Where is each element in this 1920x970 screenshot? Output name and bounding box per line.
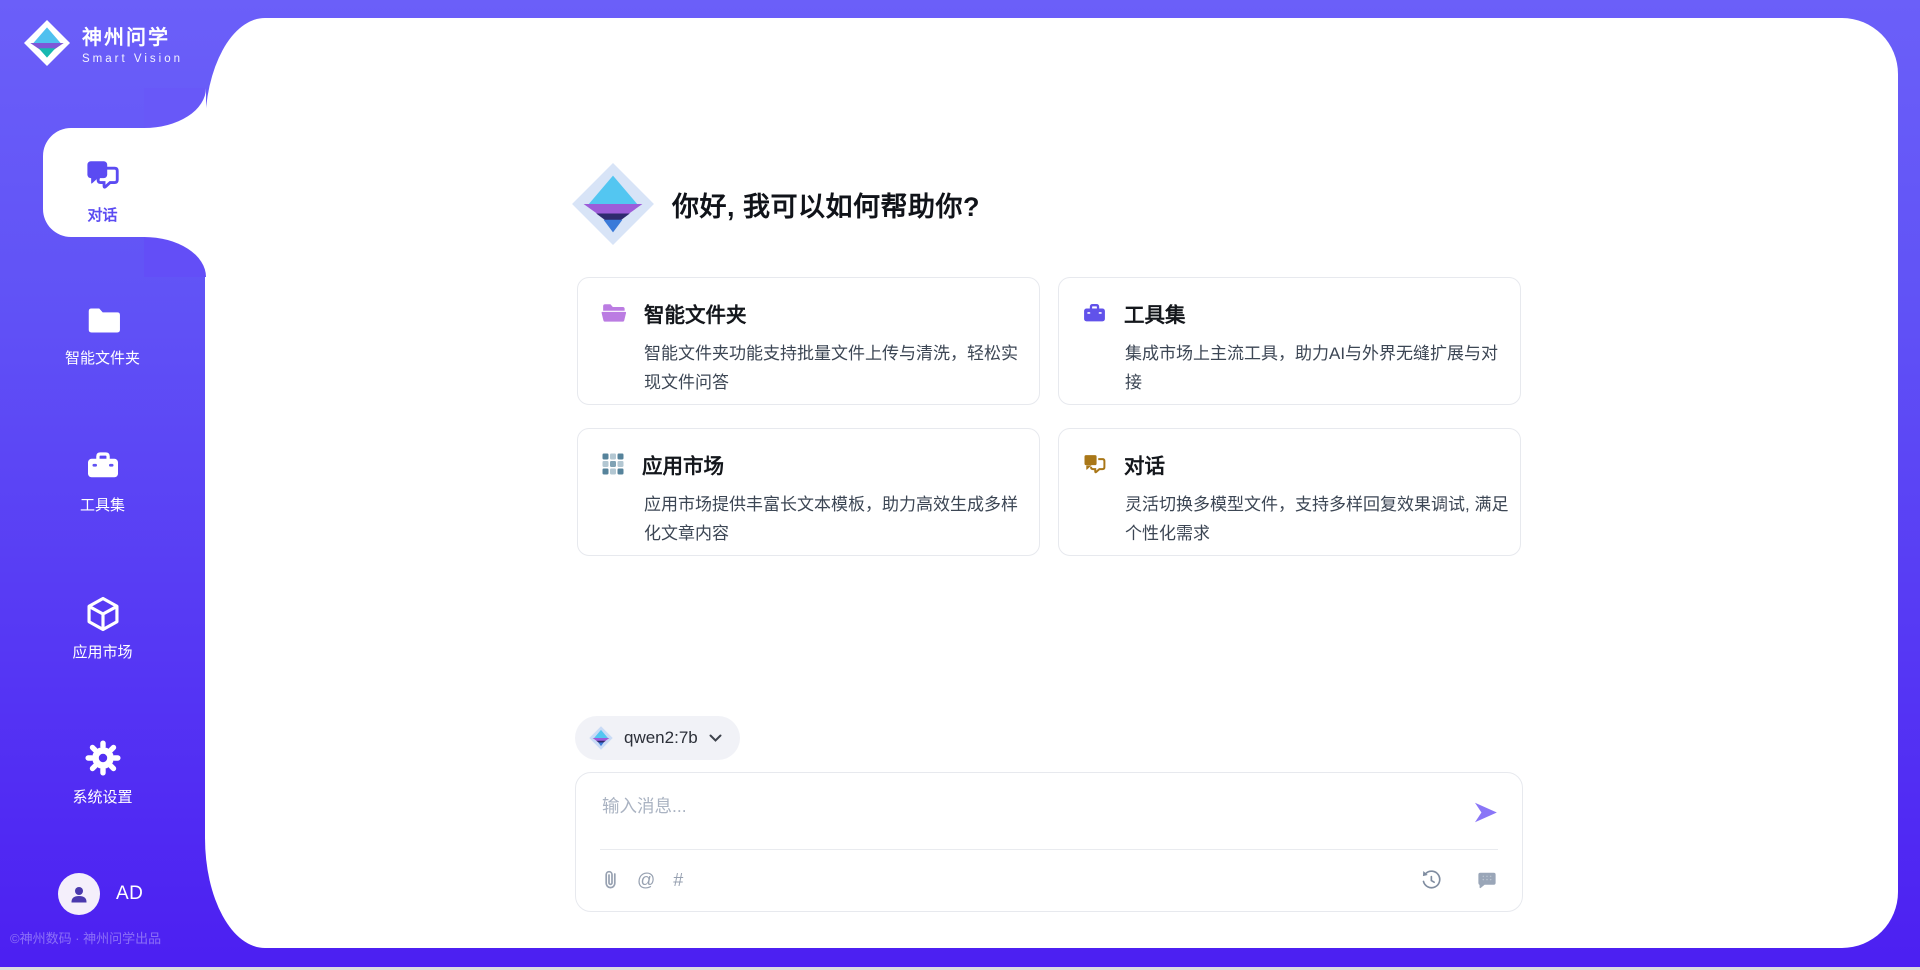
chat-icon <box>85 158 121 194</box>
card-title: 智能文件夹 <box>644 298 747 328</box>
content-column: 你好, 我可以如何帮助你? 智能文件夹 智能文件夹功能支持批量文件上传与清洗，轻… <box>575 18 1523 948</box>
card-description: 应用市场提供丰富长文本模板，助力高效生成多样化文章内容 <box>644 490 1032 548</box>
assistant-logo-icon <box>571 162 655 246</box>
sidebar-item-toolset[interactable]: 工具集 <box>0 448 205 510</box>
sidebar-item-label: 系统设置 <box>0 786 205 807</box>
sidebar: 神州问学 Smart Vision 对话 智能文件夹 <box>0 0 205 970</box>
chat-icon <box>1082 452 1107 477</box>
toolbox-icon <box>1082 301 1107 326</box>
at-icon: @ <box>637 870 655 891</box>
composer-divider <box>600 849 1498 850</box>
card-app-market[interactable]: 应用市场 应用市场提供丰富长文本模板，助力高效生成多样化文章内容 <box>577 428 1040 556</box>
sidebar-item-app-market[interactable]: 应用市场 <box>0 595 205 657</box>
main-content-layer: 你好, 我可以如何帮助你? 智能文件夹 智能文件夹功能支持批量文件上传与清洗，轻… <box>205 18 1898 948</box>
sidebar-item-label: 工具集 <box>0 494 205 515</box>
user-profile[interactable]: AD <box>58 873 143 915</box>
brand-logo-icon <box>24 20 70 66</box>
sidebar-item-label: 应用市场 <box>0 641 205 662</box>
user-name: AD <box>116 883 143 905</box>
paperclip-icon <box>602 869 619 891</box>
app-root: 神州问学 Smart Vision 对话 智能文件夹 <box>0 0 1920 970</box>
sidebar-item-smart-folder[interactable]: 智能文件夹 <box>0 301 205 363</box>
topic-button[interactable]: # <box>673 870 683 891</box>
send-button[interactable] <box>1472 799 1500 825</box>
message-input[interactable] <box>602 793 1442 843</box>
send-icon <box>1472 800 1499 825</box>
toolbox-icon <box>85 448 121 484</box>
card-toolset[interactable]: 工具集 集成市场上主流工具，助力AI与外界无缝扩展与对接 <box>1058 277 1521 405</box>
greeting: 你好, 我可以如何帮助你? <box>571 162 980 246</box>
comment-icon <box>1476 870 1498 891</box>
avatar <box>58 873 100 915</box>
folder-icon <box>601 301 627 325</box>
sidebar-item-label: 对话 <box>0 204 205 225</box>
cube-icon <box>84 595 122 631</box>
composer-toolbar: @ # <box>602 863 1498 897</box>
attach-file-button[interactable] <box>602 869 619 891</box>
card-chat[interactable]: 对话 灵活切换多模型文件，支持多样回复效果调试, 满足个性化需求 <box>1058 428 1521 556</box>
folder-icon <box>85 301 121 337</box>
message-composer: @ # <box>575 772 1523 912</box>
chevron-down-icon <box>709 734 722 743</box>
feedback-button[interactable] <box>1476 870 1498 891</box>
sidebar-item-settings[interactable]: 系统设置 <box>0 740 205 802</box>
sidebar-item-chat[interactable]: 对话 <box>0 158 205 220</box>
sidebar-item-label: 智能文件夹 <box>0 347 205 368</box>
card-title: 对话 <box>1124 449 1165 479</box>
model-selector[interactable]: qwen2:7b <box>575 716 740 760</box>
card-smart-folder[interactable]: 智能文件夹 智能文件夹功能支持批量文件上传与清洗，轻松实现文件问答 <box>577 277 1040 405</box>
card-description: 集成市场上主流工具，助力AI与外界无缝扩展与对接 <box>1125 339 1513 397</box>
brand: 神州问学 Smart Vision <box>24 20 183 66</box>
brand-subtitle: Smart Vision <box>82 53 183 65</box>
card-title: 工具集 <box>1124 298 1186 328</box>
history-icon <box>1420 869 1442 891</box>
active-tab-curve-top <box>144 88 206 128</box>
model-logo-icon <box>589 726 613 750</box>
hash-icon: # <box>673 870 683 891</box>
greeting-title: 你好, 我可以如何帮助你? <box>672 185 980 224</box>
card-description: 智能文件夹功能支持批量文件上传与清洗，轻松实现文件问答 <box>644 339 1032 397</box>
active-tab-curve-bottom <box>144 237 206 277</box>
mention-button[interactable]: @ <box>637 870 655 891</box>
card-title: 应用市场 <box>642 449 724 479</box>
app-grid-icon <box>601 452 625 476</box>
brand-name: 神州问学 <box>82 21 183 50</box>
history-button[interactable] <box>1420 869 1442 891</box>
copyright-text: ©神州数码 · 神州问学出品 <box>10 928 161 947</box>
model-name: qwen2:7b <box>624 728 698 748</box>
card-description: 灵活切换多模型文件，支持多样回复效果调试, 满足个性化需求 <box>1125 490 1513 548</box>
gear-icon <box>85 740 121 776</box>
